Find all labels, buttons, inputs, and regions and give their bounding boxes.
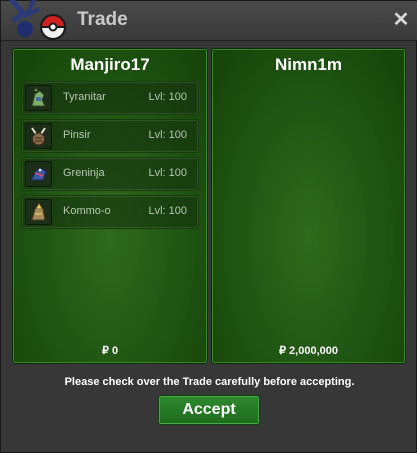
pokemon-slot-greninja[interactable]: Greninja Lvl: 100 bbox=[21, 157, 199, 191]
pokemon-slot-kommo-o[interactable]: Kommo-o Lvl: 100 bbox=[21, 195, 199, 229]
pokemon-level: Lvl: 100 bbox=[148, 91, 187, 103]
pokemon-slot-pinsir[interactable]: Pinsir Lvl: 100 bbox=[21, 119, 199, 153]
pokemon-level: Lvl: 100 bbox=[148, 167, 187, 179]
pokemon-slot-tyranitar[interactable]: Tyranitar Lvl: 100 bbox=[21, 81, 199, 115]
greninja-icon bbox=[25, 161, 52, 187]
pokemon-name: Tyranitar bbox=[63, 91, 106, 103]
left-player-name: Manjiro17 bbox=[70, 55, 150, 74]
pokemon-level: Lvl: 100 bbox=[148, 129, 187, 141]
accept-button[interactable]: Accept bbox=[158, 395, 260, 425]
trade-notice: Please check over the Trade carefully be… bbox=[64, 376, 355, 388]
right-money-offer: ₽ 2,000,000 bbox=[279, 345, 338, 357]
right-trade-panel: Nimn1m ₽ 2,000,000 bbox=[211, 48, 406, 364]
left-money-offer: ₽ 0 bbox=[101, 345, 119, 357]
left-trade-panel: Manjiro17 Tyranitar Lvl: 100 Pinsir Lvl:… bbox=[12, 48, 208, 364]
pinsir-icon bbox=[25, 123, 52, 149]
pokemon-name: Greninja bbox=[63, 167, 105, 179]
pokemon-name: Kommo-o bbox=[63, 205, 111, 217]
title-bar[interactable]: Trade ✕ bbox=[1, 0, 417, 41]
left-pokemon-list: Tyranitar Lvl: 100 Pinsir Lvl: 100 Greni… bbox=[21, 81, 199, 233]
pokeball-logo-icon bbox=[5, 0, 67, 45]
right-player-name: Nimn1m bbox=[274, 55, 343, 74]
window-title: Trade bbox=[77, 9, 128, 30]
kommo-o-icon bbox=[25, 199, 52, 225]
trade-window: Trade ✕ Manjiro17 Tyranitar Lvl: 100 Pin… bbox=[0, 0, 417, 453]
tyranitar-icon bbox=[25, 85, 52, 111]
pokemon-name: Pinsir bbox=[63, 129, 91, 141]
pokemon-level: Lvl: 100 bbox=[148, 205, 187, 217]
close-icon[interactable]: ✕ bbox=[391, 10, 411, 30]
